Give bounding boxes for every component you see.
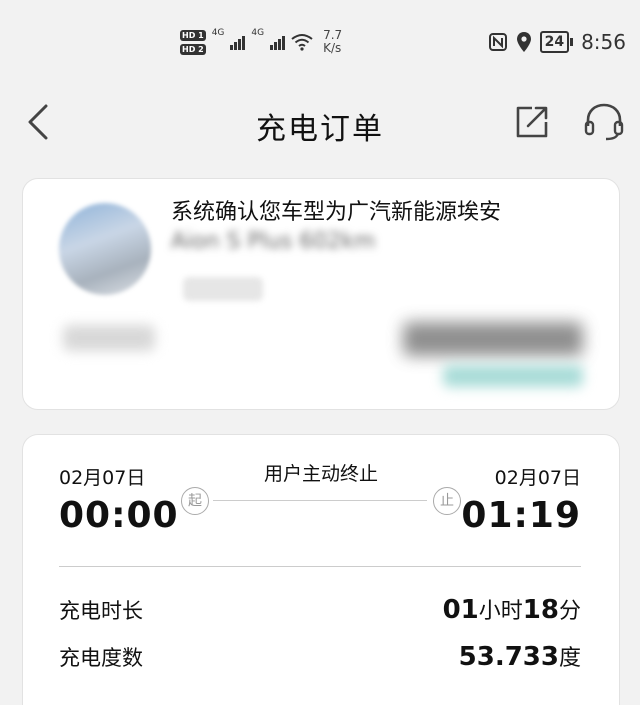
signal-icon (230, 34, 246, 50)
end-marker-icon: 止 (433, 487, 461, 515)
redacted-link[interactable] (443, 365, 583, 387)
network-type-1: 4G (211, 28, 225, 38)
end-time: 01:19 (461, 495, 581, 536)
battery-icon (570, 38, 574, 46)
start-marker-icon: 起 (181, 487, 209, 515)
duration-minutes-unit: 分 (558, 599, 581, 624)
share-icon[interactable] (512, 102, 552, 142)
start-time: 00:00 (59, 495, 179, 536)
energy-amount: 53.733 (458, 642, 559, 672)
signal-icon (270, 34, 286, 50)
customer-service-icon[interactable] (582, 102, 626, 142)
energy-value: 53.733度 (459, 640, 581, 672)
nfc-icon (488, 33, 507, 51)
status-bar-indicators: HD 1 HD 2 4G 4G 7.7 K/s (180, 22, 342, 62)
hd1-badge: HD 1 (180, 29, 206, 41)
energy-unit: 度 (558, 646, 581, 671)
charge-details-card: 02月07日 00:00 用户主动终止 起 止 02月07日 01:19 充电时… (22, 434, 620, 705)
timeline-line (213, 500, 427, 501)
end-date: 02月07日 (494, 467, 581, 489)
network-speed-unit: K/s (323, 41, 342, 55)
redacted-tag (183, 277, 263, 301)
hd-badges: HD 1 HD 2 (180, 29, 206, 55)
vehicle-confirm-message: 系统确认您车型为广汽新能源埃安 (171, 200, 502, 225)
duration-hours-unit: 小时 (478, 599, 523, 624)
location-icon (516, 32, 531, 52)
network-type-2: 4G (251, 28, 265, 38)
duration-minutes: 18 (522, 595, 559, 625)
battery-level: 24 (539, 31, 570, 53)
wifi-icon (291, 34, 313, 51)
status-bar-right: 24 8:56 (488, 30, 626, 54)
divider (59, 566, 581, 567)
vehicle-model: Aion S Plus 602km (171, 229, 376, 249)
hd2-badge: HD 2 (180, 43, 206, 55)
redacted-order-number (403, 322, 583, 356)
network-speed: 7.7 K/s (323, 29, 342, 55)
duration-label: 充电时长 (59, 599, 143, 623)
app-header: 充电订单 (0, 90, 640, 154)
vehicle-info-card: 系统确认您车型为广汽新能源埃安 Aion S Plus 602km (22, 178, 620, 410)
duration-value: 01小时18分 (443, 593, 581, 625)
redacted-label (63, 325, 155, 351)
energy-label: 充电度数 (59, 646, 143, 670)
duration-hours: 01 (442, 595, 479, 625)
clock: 8:56 (581, 30, 626, 54)
status-bar: HD 1 HD 2 4G 4G 7.7 K/s 24 8:56 (0, 0, 640, 80)
vehicle-thumbnail (59, 203, 151, 295)
